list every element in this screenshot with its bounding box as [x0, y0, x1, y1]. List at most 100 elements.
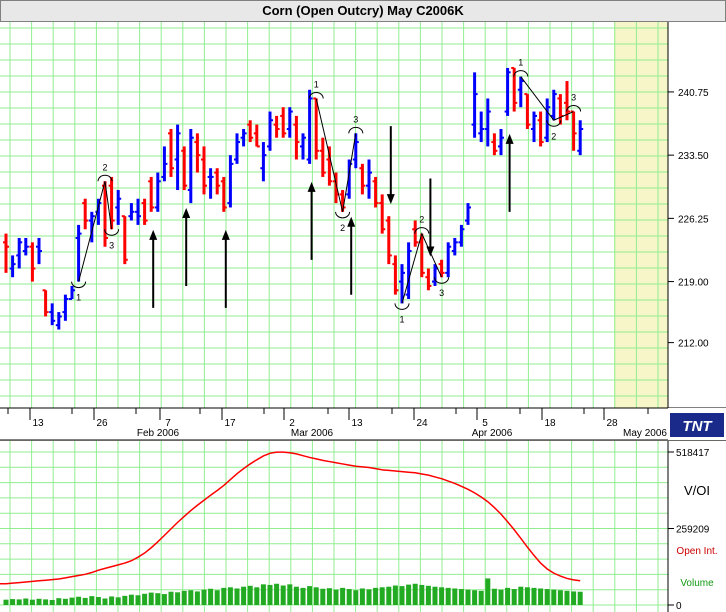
volume-bar	[115, 597, 121, 605]
volume-bar	[386, 586, 392, 605]
volume-bar	[465, 589, 471, 605]
volume-bar	[29, 599, 35, 605]
pattern-label: 1	[76, 293, 81, 303]
x-tick-label: 28	[606, 418, 618, 429]
volume-bar	[498, 589, 504, 605]
volume-bar	[320, 588, 326, 605]
volume-bar	[392, 585, 398, 605]
volume-bar	[399, 586, 405, 605]
x-tick-label: 24	[416, 418, 428, 429]
x-tick-label: 13	[351, 418, 363, 429]
y-tick-label: 233.50	[678, 151, 709, 162]
pattern-label: 3	[109, 240, 114, 250]
volume-bar	[95, 597, 101, 605]
volume-bar	[76, 596, 82, 605]
volume-bar	[201, 589, 207, 605]
volume-bar	[406, 584, 412, 605]
volume-bar	[333, 589, 339, 605]
volume-bar	[551, 589, 557, 605]
volume-bar	[62, 598, 68, 605]
y-tick-label: 219.00	[678, 278, 709, 289]
volume-bar	[458, 589, 464, 605]
chart-title-bar: Corn (Open Outcry) May C2006K	[0, 0, 726, 22]
volume-bar	[571, 591, 577, 605]
volume-bar	[82, 597, 88, 605]
volume-bar	[181, 590, 187, 605]
pattern-label: 1	[399, 314, 404, 324]
pattern-label: 3	[571, 93, 576, 103]
y-tick-label: 240.75	[678, 88, 709, 99]
chart-canvas: 240.75 233.50 226.25 219.00 212.00 1 2 3 1 2 3 1 2 3…	[0, 20, 726, 612]
volume-bar	[359, 588, 365, 605]
volume-bar	[485, 578, 491, 605]
tnt-logo: TNT	[670, 413, 724, 437]
volume-bar	[307, 586, 313, 605]
pattern-label: 3	[353, 114, 358, 124]
volume-bar	[524, 587, 530, 605]
volume-bar	[412, 583, 418, 605]
volume-bar	[142, 593, 148, 605]
volume-bar	[161, 594, 167, 605]
panel-label: V/OI	[684, 483, 710, 498]
volume-bar	[168, 591, 174, 605]
pattern-label: 1	[518, 58, 523, 68]
volume-bar	[439, 587, 445, 605]
pattern-label: 2	[419, 215, 424, 225]
volume-bar	[23, 598, 29, 605]
x-tick-label: Mar 2006	[291, 428, 334, 439]
volume-bar	[135, 595, 141, 605]
volume-bar	[102, 598, 108, 605]
volume-bar	[267, 584, 273, 605]
x-tick-label: 13	[32, 418, 44, 429]
volume-bar	[148, 592, 154, 605]
volume-bar	[313, 587, 319, 605]
x-tick-label: May 2006	[623, 428, 667, 439]
volume-bar	[531, 587, 537, 605]
volume-bar	[577, 591, 583, 605]
volume-bar	[10, 599, 16, 605]
volume-bar	[89, 596, 95, 605]
volume-bar	[419, 584, 425, 605]
x-tick-label: Feb 2006	[137, 428, 180, 439]
volume-bar	[241, 586, 247, 605]
volume-bar	[36, 598, 42, 605]
legend-entry: Volume	[680, 578, 714, 589]
volume-bar	[353, 590, 359, 605]
volume-bar	[49, 599, 55, 605]
pattern-label: 3	[439, 288, 444, 298]
volume-bar	[445, 587, 451, 605]
volume-bar	[538, 588, 544, 605]
volume-bar	[122, 595, 128, 605]
volume-bar	[69, 597, 75, 605]
x-tick-label: 17	[224, 418, 236, 429]
volume-bar	[16, 599, 22, 605]
volume-bar	[505, 587, 511, 605]
volume-bar	[56, 598, 62, 605]
chart-window: 240.75 233.50 226.25 219.00 212.00 1 2 3 1 2 3 1 2 3…	[0, 0, 726, 612]
y-tick-label: 212.00	[678, 339, 709, 350]
volume-bar	[472, 590, 478, 605]
volume-bar	[293, 586, 299, 605]
volume-bar	[221, 587, 227, 605]
volume-bar	[326, 588, 332, 605]
chart-title: Corn (Open Outcry) May C2006K	[262, 3, 464, 18]
volume-bar	[452, 588, 458, 605]
volume-bar	[379, 587, 385, 605]
volume-bar	[564, 590, 570, 605]
volume-bar	[373, 587, 379, 605]
volume-bar	[478, 590, 484, 605]
x-tick-label: 7	[165, 418, 171, 429]
volume-bar	[287, 584, 293, 605]
x-tick-label: 18	[544, 418, 556, 429]
volume-bar	[260, 584, 266, 605]
volume-bar	[280, 585, 286, 605]
y-tick-label: 259209	[676, 524, 710, 535]
x-tick-label: 26	[96, 418, 108, 429]
pattern-label: 2	[551, 131, 556, 141]
volume-bar	[234, 588, 240, 605]
volume-bar	[340, 587, 346, 605]
y-tick-label: 226.25	[678, 214, 709, 225]
volume-bar	[155, 593, 161, 605]
volume-bar	[175, 592, 181, 605]
volume-bar	[432, 586, 438, 605]
